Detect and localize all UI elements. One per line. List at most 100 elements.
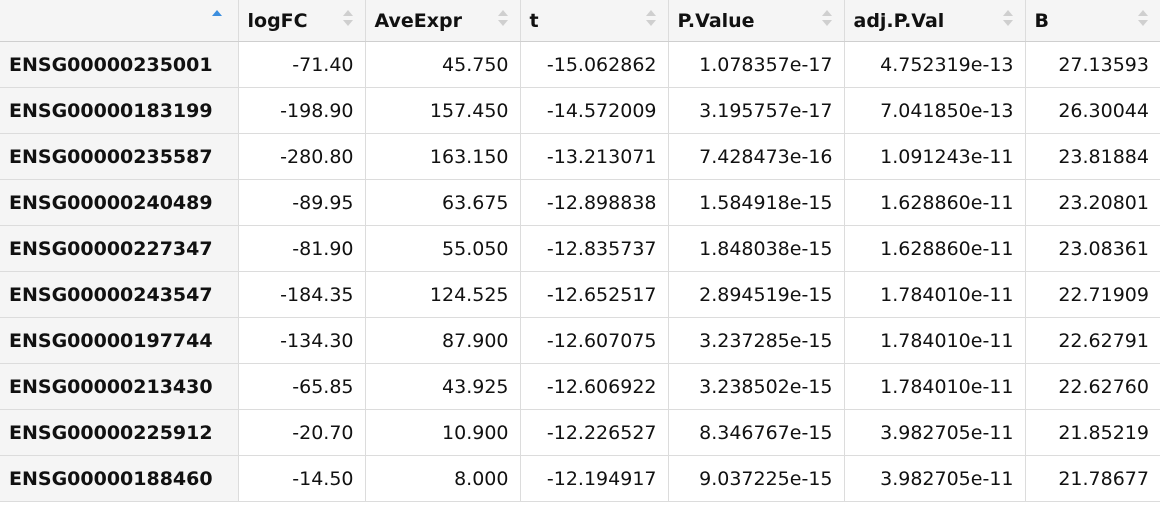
logfc-cell: -134.30 [238,317,366,364]
logfc-cell: -14.50 [238,455,366,502]
aveexpr-cell: 43.925 [365,363,521,410]
table-row: ENSG00000240489 -89.95 63.675 -12.898838 1.5… [0,179,1160,226]
t-cell: -15.062862 [520,41,669,88]
b-cell: 23.20801 [1025,179,1160,226]
column-header-pvalue[interactable]: P.Value [668,0,845,42]
aveexpr-cell: 124.525 [365,271,521,318]
column-header-t[interactable]: t [520,0,669,42]
logfc-cell: -198.90 [238,87,366,134]
column-header-label: P.Value [677,9,755,32]
row-name-cell: ENSG00000213430 [0,363,239,410]
aveexpr-cell: 45.750 [365,41,521,88]
aveexpr-cell: 87.900 [365,317,521,364]
column-header-label: t [529,9,539,32]
logfc-cell: -81.90 [238,225,366,272]
adjpval-cell: 4.752319e-13 [844,41,1026,88]
t-cell: -12.652517 [520,271,669,318]
column-header-aveexpr[interactable]: AveExpr [365,0,521,42]
aveexpr-cell: 63.675 [365,179,521,226]
sort-ascending-icon[interactable] [212,8,222,30]
row-name-cell: ENSG00000243547 [0,271,239,318]
adjpval-cell: 1.784010e-11 [844,317,1026,364]
sort-both-icon[interactable] [821,8,832,30]
aveexpr-cell: 55.050 [365,225,521,272]
table-row: ENSG00000213430 -65.85 43.925 -12.606922 3.2… [0,363,1160,410]
aveexpr-cell: 163.150 [365,133,521,180]
row-name-cell: ENSG00000235001 [0,41,239,88]
adjpval-cell: 3.982705e-11 [844,455,1026,502]
sort-both-icon[interactable] [1138,8,1148,30]
t-cell: -12.606922 [520,363,669,410]
t-cell: -14.572009 [520,87,669,134]
row-name-cell: ENSG00000235587 [0,133,239,180]
table-row: ENSG00000235001 -71.40 45.750 -15.062862 1.0… [0,41,1160,88]
table-row: ENSG00000227347 -81.90 55.050 -12.835737 1.8… [0,225,1160,272]
table-row: ENSG00000188460 -14.50 8.000 -12.194917 9.03… [0,455,1160,502]
row-name-cell: ENSG00000183199 [0,87,239,134]
logfc-cell: -71.40 [238,41,366,88]
sort-both-icon[interactable] [645,8,656,30]
adjpval-cell: 1.628860e-11 [844,179,1026,226]
t-cell: -13.213071 [520,133,669,180]
table-row: ENSG00000197744 -134.30 87.900 -12.607075 3.… [0,317,1160,364]
column-header-label: logFC [247,9,308,32]
b-cell: 21.85219 [1025,409,1160,456]
aveexpr-cell: 8.000 [365,455,521,502]
pvalue-cell: 1.848038e-15 [668,225,845,272]
column-header-label: B [1034,9,1049,32]
pvalue-cell: 2.894519e-15 [668,271,845,318]
logfc-cell: -65.85 [238,363,366,410]
sort-both-icon[interactable] [342,8,353,30]
b-cell: 23.81884 [1025,133,1160,180]
b-cell: 27.13593 [1025,41,1160,88]
logfc-cell: -280.80 [238,133,366,180]
table-row: ENSG00000183199 -198.90 157.450 -14.572009 3… [0,87,1160,134]
row-name-cell: ENSG00000188460 [0,455,239,502]
pvalue-cell: 1.584918e-15 [668,179,845,226]
sort-both-icon[interactable] [1002,8,1013,30]
t-cell: -12.226527 [520,409,669,456]
pvalue-cell: 3.238502e-15 [668,363,845,410]
adjpval-cell: 1.784010e-11 [844,271,1026,318]
b-cell: 22.71909 [1025,271,1160,318]
b-cell: 21.78677 [1025,455,1160,502]
t-cell: -12.607075 [520,317,669,364]
logfc-cell: -20.70 [238,409,366,456]
row-name-cell: ENSG00000240489 [0,179,239,226]
row-name-cell: ENSG00000197744 [0,317,239,364]
adjpval-cell: 1.091243e-11 [844,133,1026,180]
adjpval-cell: 3.982705e-11 [844,409,1026,456]
aveexpr-cell: 157.450 [365,87,521,134]
header-row: logFC AveExpr t P.Value adj.P.Val B [0,0,1160,42]
column-header-logfc[interactable]: logFC [238,0,366,42]
column-header-adjpval[interactable]: adj.P.Val [844,0,1026,42]
b-cell: 22.62791 [1025,317,1160,364]
adjpval-cell: 7.041850e-13 [844,87,1026,134]
table-row: ENSG00000225912 -20.70 10.900 -12.226527 8.3… [0,409,1160,456]
t-cell: -12.194917 [520,455,669,502]
t-cell: -12.898838 [520,179,669,226]
pvalue-cell: 1.078357e-17 [668,41,845,88]
row-name-cell: ENSG00000225912 [0,409,239,456]
t-cell: -12.835737 [520,225,669,272]
logfc-cell: -184.35 [238,271,366,318]
adjpval-cell: 1.628860e-11 [844,225,1026,272]
column-header-rownames[interactable] [0,0,239,42]
b-cell: 23.08361 [1025,225,1160,272]
sort-both-icon[interactable] [497,8,508,30]
b-cell: 22.62760 [1025,363,1160,410]
column-header-label: AveExpr [374,9,463,32]
column-header-label: adj.P.Val [853,9,945,32]
adjpval-cell: 1.784010e-11 [844,363,1026,410]
pvalue-cell: 8.346767e-15 [668,409,845,456]
data-table: logFC AveExpr t P.Value adj.P.Val B ENSG… [0,0,1160,502]
table-row: ENSG00000235587 -280.80 163.150 -13.213071 7… [0,133,1160,180]
table-row: ENSG00000243547 -184.35 124.525 -12.652517 2… [0,271,1160,318]
pvalue-cell: 3.237285e-15 [668,317,845,364]
row-name-cell: ENSG00000227347 [0,225,239,272]
column-header-b[interactable]: B [1025,0,1160,42]
logfc-cell: -89.95 [238,179,366,226]
pvalue-cell: 3.195757e-17 [668,87,845,134]
pvalue-cell: 9.037225e-15 [668,455,845,502]
pvalue-cell: 7.428473e-16 [668,133,845,180]
